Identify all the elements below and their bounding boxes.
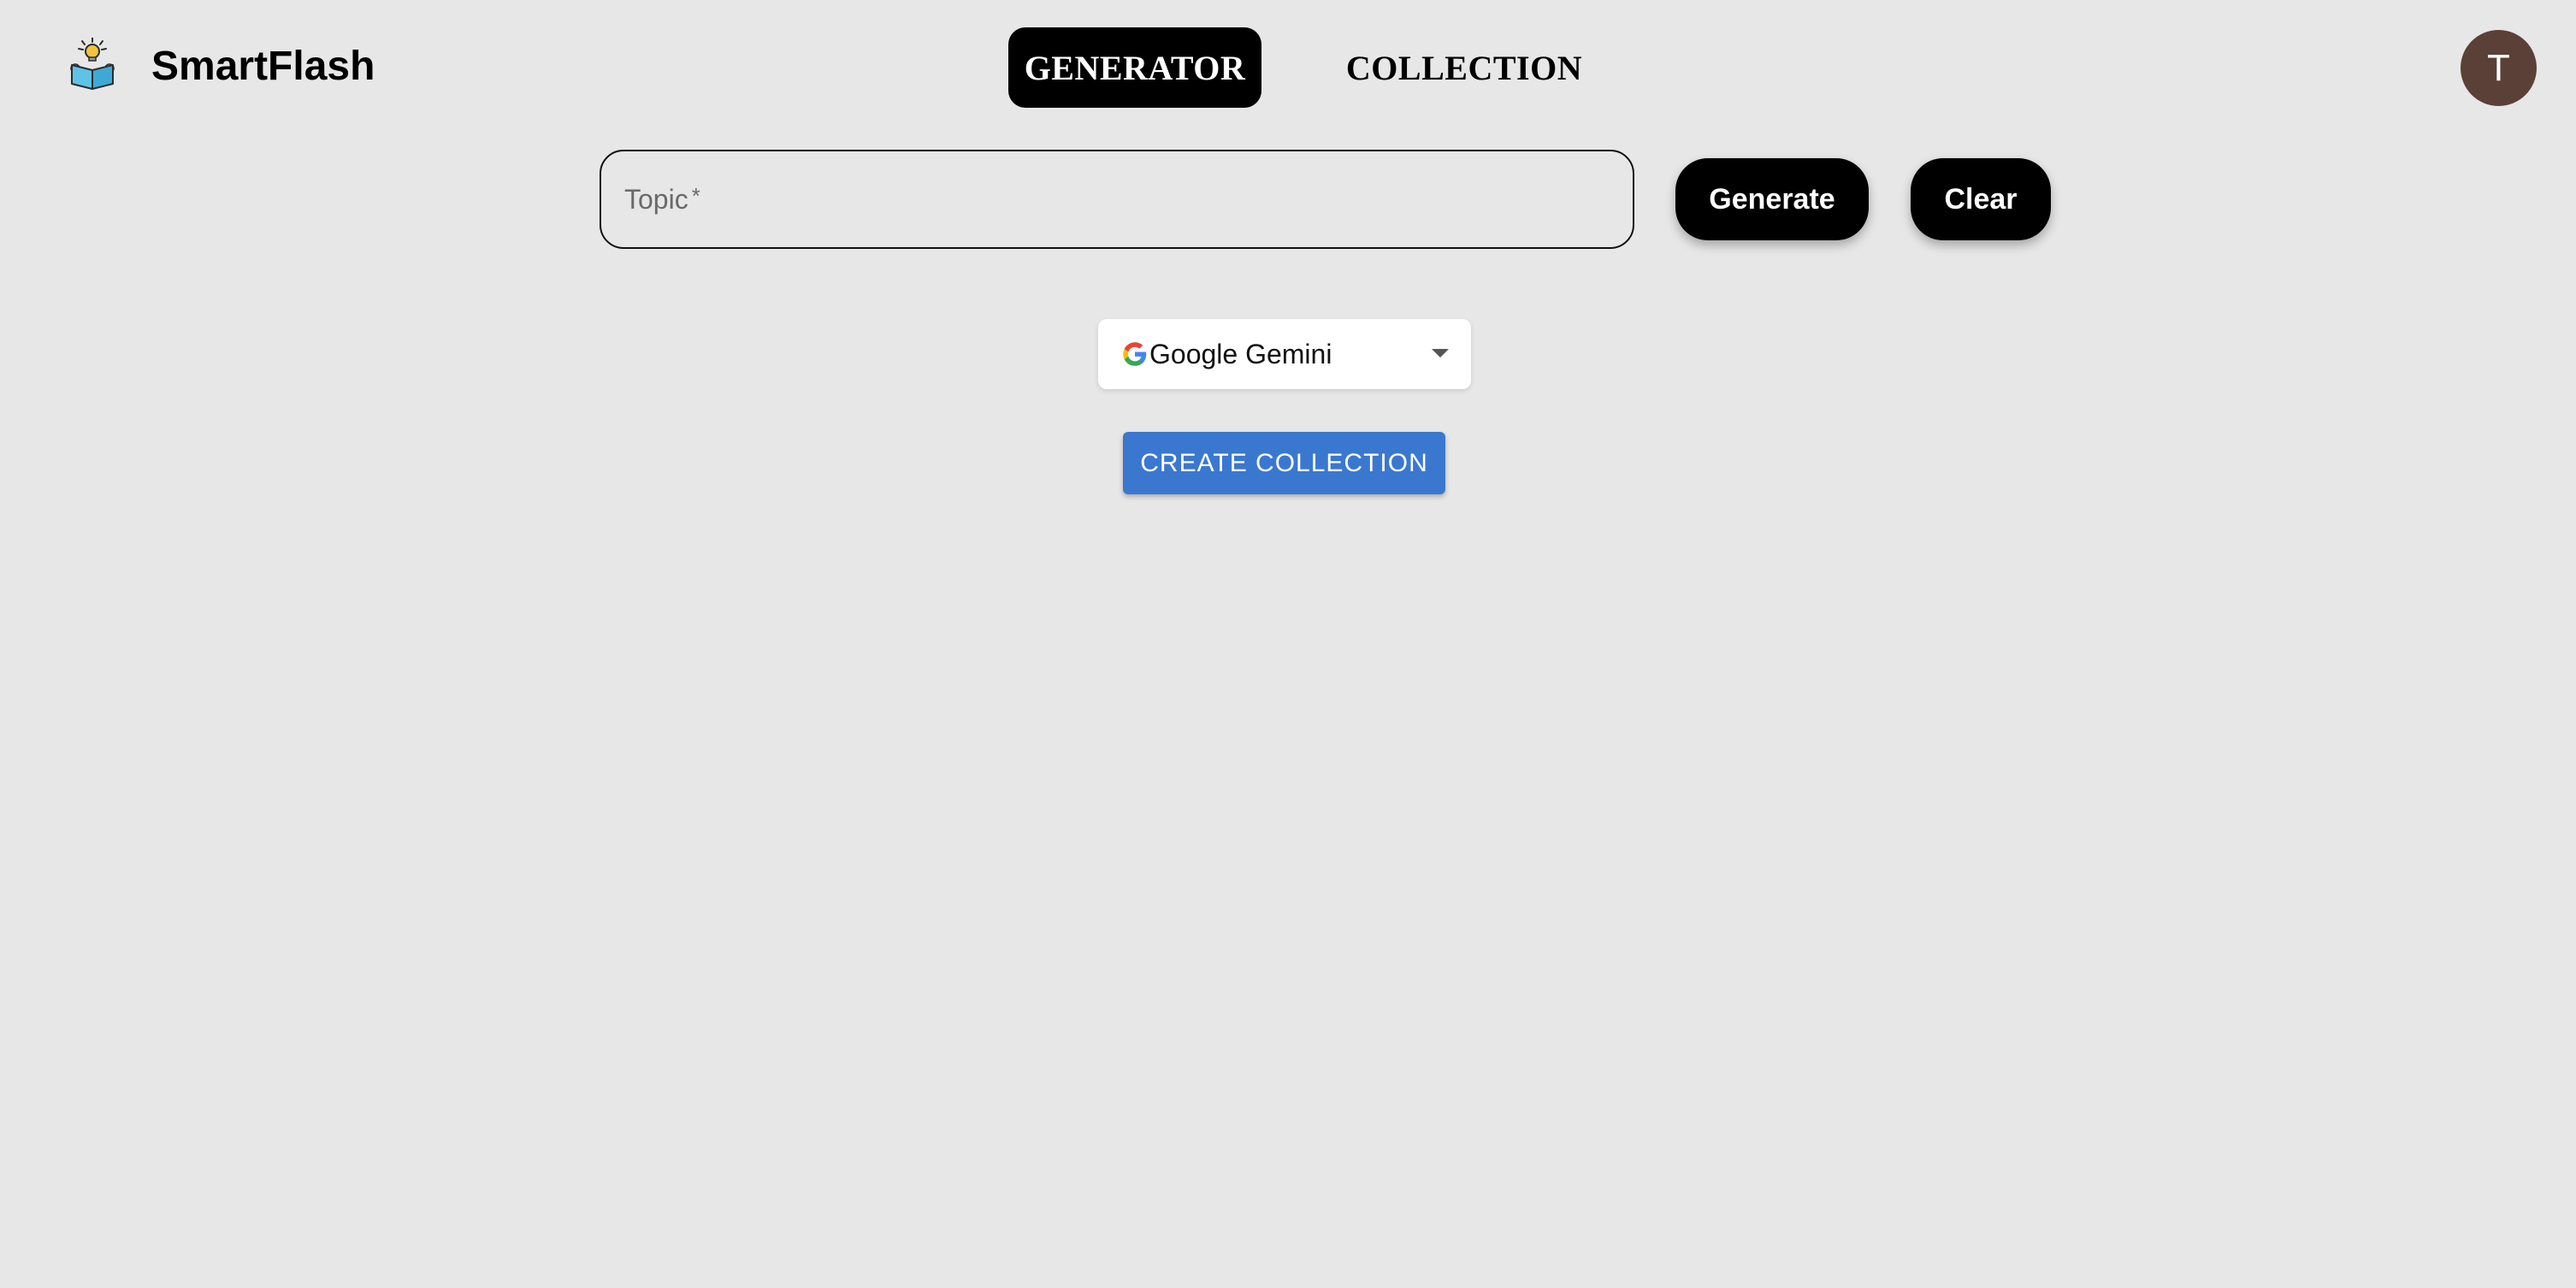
create-collection-button[interactable]: CREATE COLLECTION — [1123, 432, 1445, 494]
generate-button[interactable]: Generate — [1675, 158, 1869, 240]
clear-button[interactable]: Clear — [1911, 158, 2051, 240]
google-g-icon — [1122, 341, 1148, 367]
chevron-down-icon — [1432, 349, 1449, 357]
app-name: SmartFlash — [151, 44, 375, 89]
topic-field[interactable]: Topic * — [600, 150, 1634, 249]
reading-book-lightbulb-icon — [68, 37, 116, 91]
avatar-initial: T — [2487, 46, 2510, 89]
model-select[interactable]: Google Gemini — [1098, 319, 1471, 389]
tab-collection[interactable]: COLLECTION — [1324, 27, 1604, 108]
model-select-value: Google Gemini — [1149, 338, 1332, 369]
tab-generator[interactable]: GENERATOR — [1008, 27, 1261, 108]
topic-input[interactable] — [601, 151, 1633, 247]
avatar[interactable]: T — [2461, 30, 2537, 106]
